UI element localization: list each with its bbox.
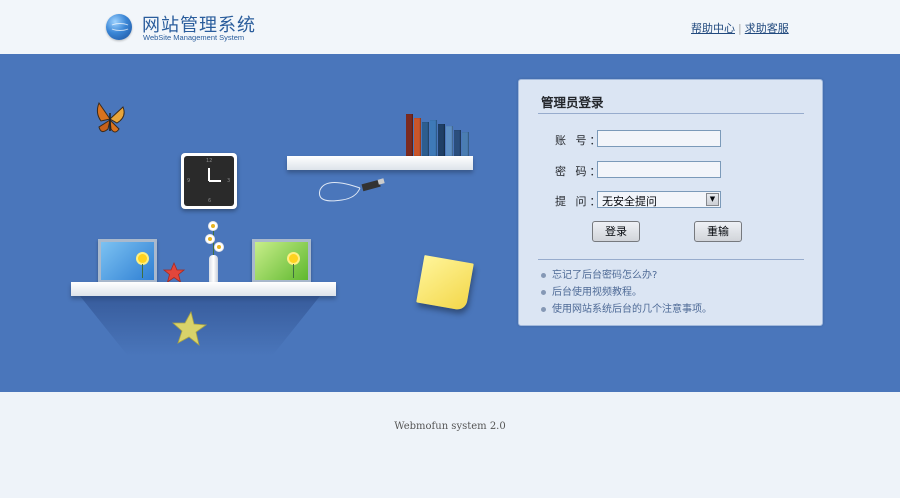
- shelf-right: [287, 156, 473, 170]
- daisy: [206, 235, 214, 243]
- top-links: 帮助中心 | 求助客服: [691, 20, 789, 36]
- reset-button[interactable]: 重输: [694, 221, 742, 242]
- list-item[interactable]: 忘记了后台密码怎么办?: [541, 267, 712, 284]
- tip-text: 忘记了后台密码怎么办?: [552, 270, 658, 281]
- books-icon: [406, 114, 469, 156]
- login-button[interactable]: 登录: [592, 221, 640, 242]
- bullet-icon: [541, 307, 546, 312]
- star-icon: [171, 311, 207, 347]
- shelf-left: [71, 282, 336, 296]
- dropdown-arrow-icon[interactable]: ▼: [706, 193, 719, 206]
- login-panel: 管理员登录 账 号： 密 码： 提 问： 无安全提问 ▼ 登录 重输 忘记了后台…: [518, 79, 823, 326]
- list-item[interactable]: 后台使用视频教程。: [541, 284, 712, 301]
- star-icon: [163, 262, 185, 283]
- vase: [209, 255, 218, 283]
- divider: [538, 113, 804, 114]
- security-question-value: 无安全提问: [602, 195, 657, 208]
- password-input[interactable]: [597, 161, 721, 178]
- divider: [538, 259, 804, 260]
- clock-icon: 12 3 6 9: [181, 153, 237, 209]
- security-question-select[interactable]: 无安全提问 ▼: [597, 191, 721, 208]
- bullet-icon: [541, 290, 546, 295]
- flower-stem: [213, 229, 214, 255]
- customer-service-link[interactable]: 求助客服: [745, 22, 789, 35]
- picture-frame-icon: [252, 239, 311, 283]
- daisy: [215, 243, 223, 251]
- login-title: 管理员登录: [541, 95, 604, 110]
- help-center-link[interactable]: 帮助中心: [691, 22, 735, 35]
- butterfly-icon: [96, 101, 125, 133]
- bullet-icon: [541, 273, 546, 278]
- footer-text: Webmofun system 2.0: [394, 421, 506, 432]
- usb-cable-icon: [318, 178, 385, 202]
- globe-icon: [106, 14, 132, 40]
- header: 网站管理系统 WebSite Management System 帮助中心 | 求助…: [0, 0, 900, 54]
- site-subtitle: WebSite Management System: [143, 33, 245, 42]
- picture-frame-icon: [98, 239, 157, 283]
- tips-list: 忘记了后台密码怎么办? 后台使用视频教程。 使用网站系统后台的几个注意事项。: [541, 267, 712, 318]
- list-item[interactable]: 使用网站系统后台的几个注意事项。: [541, 301, 712, 318]
- tip-text: 后台使用视频教程。: [552, 287, 642, 298]
- account-input[interactable]: [597, 130, 721, 147]
- sticky-note-icon: [416, 255, 474, 311]
- flower-vase-icon: [209, 222, 217, 230]
- tip-text: 使用网站系统后台的几个注意事项。: [552, 304, 712, 315]
- link-separator: |: [738, 22, 742, 35]
